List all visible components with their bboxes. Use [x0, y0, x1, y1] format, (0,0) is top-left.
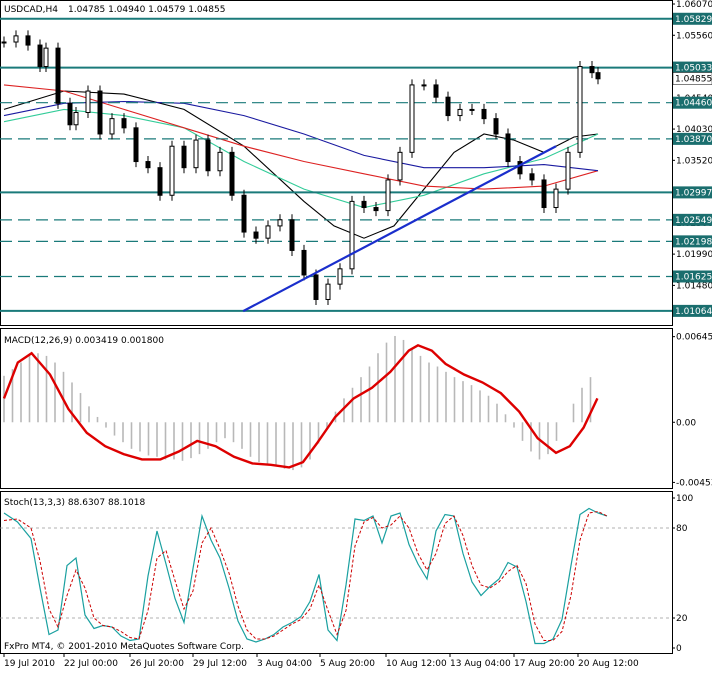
x-axis-label: 29 Jul 12:00 [193, 659, 247, 669]
candle-body [373, 207, 379, 212]
candle-body [193, 139, 199, 169]
candle-body [205, 139, 211, 172]
candle-body [385, 179, 391, 212]
candle-body [55, 47, 61, 104]
candle-body [469, 108, 475, 111]
candle-body [361, 200, 367, 209]
price-tick-label: 1.03520 [676, 156, 712, 166]
chart-window[interactable]: 1.060701.055601.050501.045401.040301.035… [0, 0, 712, 670]
candle-body [421, 84, 427, 87]
candle-body [253, 231, 259, 239]
candle-body [13, 35, 19, 43]
candle-body [433, 84, 439, 98]
candle-body [577, 66, 583, 153]
candle-body [85, 90, 91, 114]
stoch-tick-label: 100 [676, 494, 693, 504]
candle-body [313, 274, 319, 300]
price-level-label: 1.02198 [675, 237, 712, 247]
price-level-label: 1.03870 [675, 135, 712, 145]
price-tick-label: 1.01990 [676, 250, 712, 260]
price-level-label: 1.02549 [675, 216, 712, 226]
chart-background [0, 0, 712, 670]
candle-body [37, 44, 43, 68]
candle-body [241, 194, 247, 233]
price-level-label: 1.01625 [675, 272, 712, 282]
stoch-title: Stoch(13,3,3) 88.6307 88.1018 [4, 498, 145, 508]
x-axis-label: 20 Aug 12:00 [578, 659, 639, 669]
candle-body [145, 161, 151, 169]
candle-body [529, 173, 535, 181]
candle-body [97, 90, 103, 135]
candle-body [217, 151, 223, 172]
candle-body [133, 127, 139, 163]
chart-svg[interactable]: 1.060701.055601.050501.045401.040301.035… [0, 0, 712, 670]
candle-body [337, 268, 343, 285]
price-tick-label: 1.05560 [676, 31, 712, 41]
stoch-tick-label: 20 [676, 614, 688, 624]
macd-tick-label: 0.00645 [676, 333, 712, 343]
candle-body [157, 167, 163, 196]
price-level-label: 1.05829 [675, 15, 712, 25]
price-level-label: 1.01064 [675, 307, 712, 317]
candle-body [277, 219, 283, 227]
candle-body [595, 72, 601, 80]
price-level-label: 1.04460 [675, 99, 712, 109]
candle-body [121, 118, 127, 129]
candle-body [457, 108, 463, 117]
price-tick-label: 1.01480 [676, 281, 712, 291]
x-axis-label: 3 Aug 04:00 [257, 659, 312, 669]
candle-body [493, 118, 499, 135]
price-level-label: 1.05033 [675, 64, 712, 74]
x-axis-label: 10 Aug 12:00 [386, 659, 447, 669]
x-axis-label: 5 Aug 20:00 [320, 659, 375, 669]
price-tick-label: 1.06070 [676, 0, 712, 10]
candle-body [73, 112, 79, 126]
price-level-label: 1.02997 [675, 188, 712, 198]
candle-body [553, 188, 559, 209]
candle-body [565, 151, 571, 190]
current-price-label: 1.04855 [675, 74, 712, 84]
candle-body [349, 200, 355, 270]
macd-tick-label: 0.00 [676, 418, 696, 428]
candle-body [301, 249, 307, 276]
candle-body [265, 225, 271, 239]
candle-body [181, 145, 187, 169]
macd-tick-label: -0.00453 [676, 478, 712, 488]
candle-body [25, 35, 31, 46]
price-title: USDCAD,H4 [4, 5, 58, 15]
x-axis-label: 19 Jul 2010 [4, 659, 55, 669]
x-axis-label: 17 Aug 20:00 [514, 659, 575, 669]
candle-body [169, 145, 175, 196]
candle-body [505, 133, 511, 163]
candle-body [1, 41, 7, 44]
candle-body [325, 283, 331, 300]
candle-body [445, 96, 451, 117]
candle-body [481, 108, 487, 120]
candle-body [589, 66, 595, 74]
ohlc-readout: 1.04785 1.04940 1.04579 1.04855 [68, 5, 225, 15]
candle-body [289, 219, 295, 251]
stoch-tick-label: 0 [676, 644, 682, 654]
macd-title: MACD(12,26,9) 0.003419 0.001800 [4, 336, 164, 346]
x-axis-label: 13 Aug 04:00 [450, 659, 511, 669]
candle-body [43, 47, 49, 68]
x-axis-label: 26 Jul 20:00 [130, 659, 184, 669]
candle-body [409, 84, 415, 153]
candle-body [67, 102, 73, 126]
candle-body [541, 179, 547, 209]
stoch-tick-label: 80 [676, 524, 688, 534]
candle-body [109, 118, 115, 135]
candle-body [397, 151, 403, 181]
candle-body [229, 151, 235, 196]
copyright-text: FxPro MT4, © 2001-2010 MetaQuotes Softwa… [4, 642, 244, 652]
x-axis-label: 22 Jul 00:00 [64, 659, 118, 669]
